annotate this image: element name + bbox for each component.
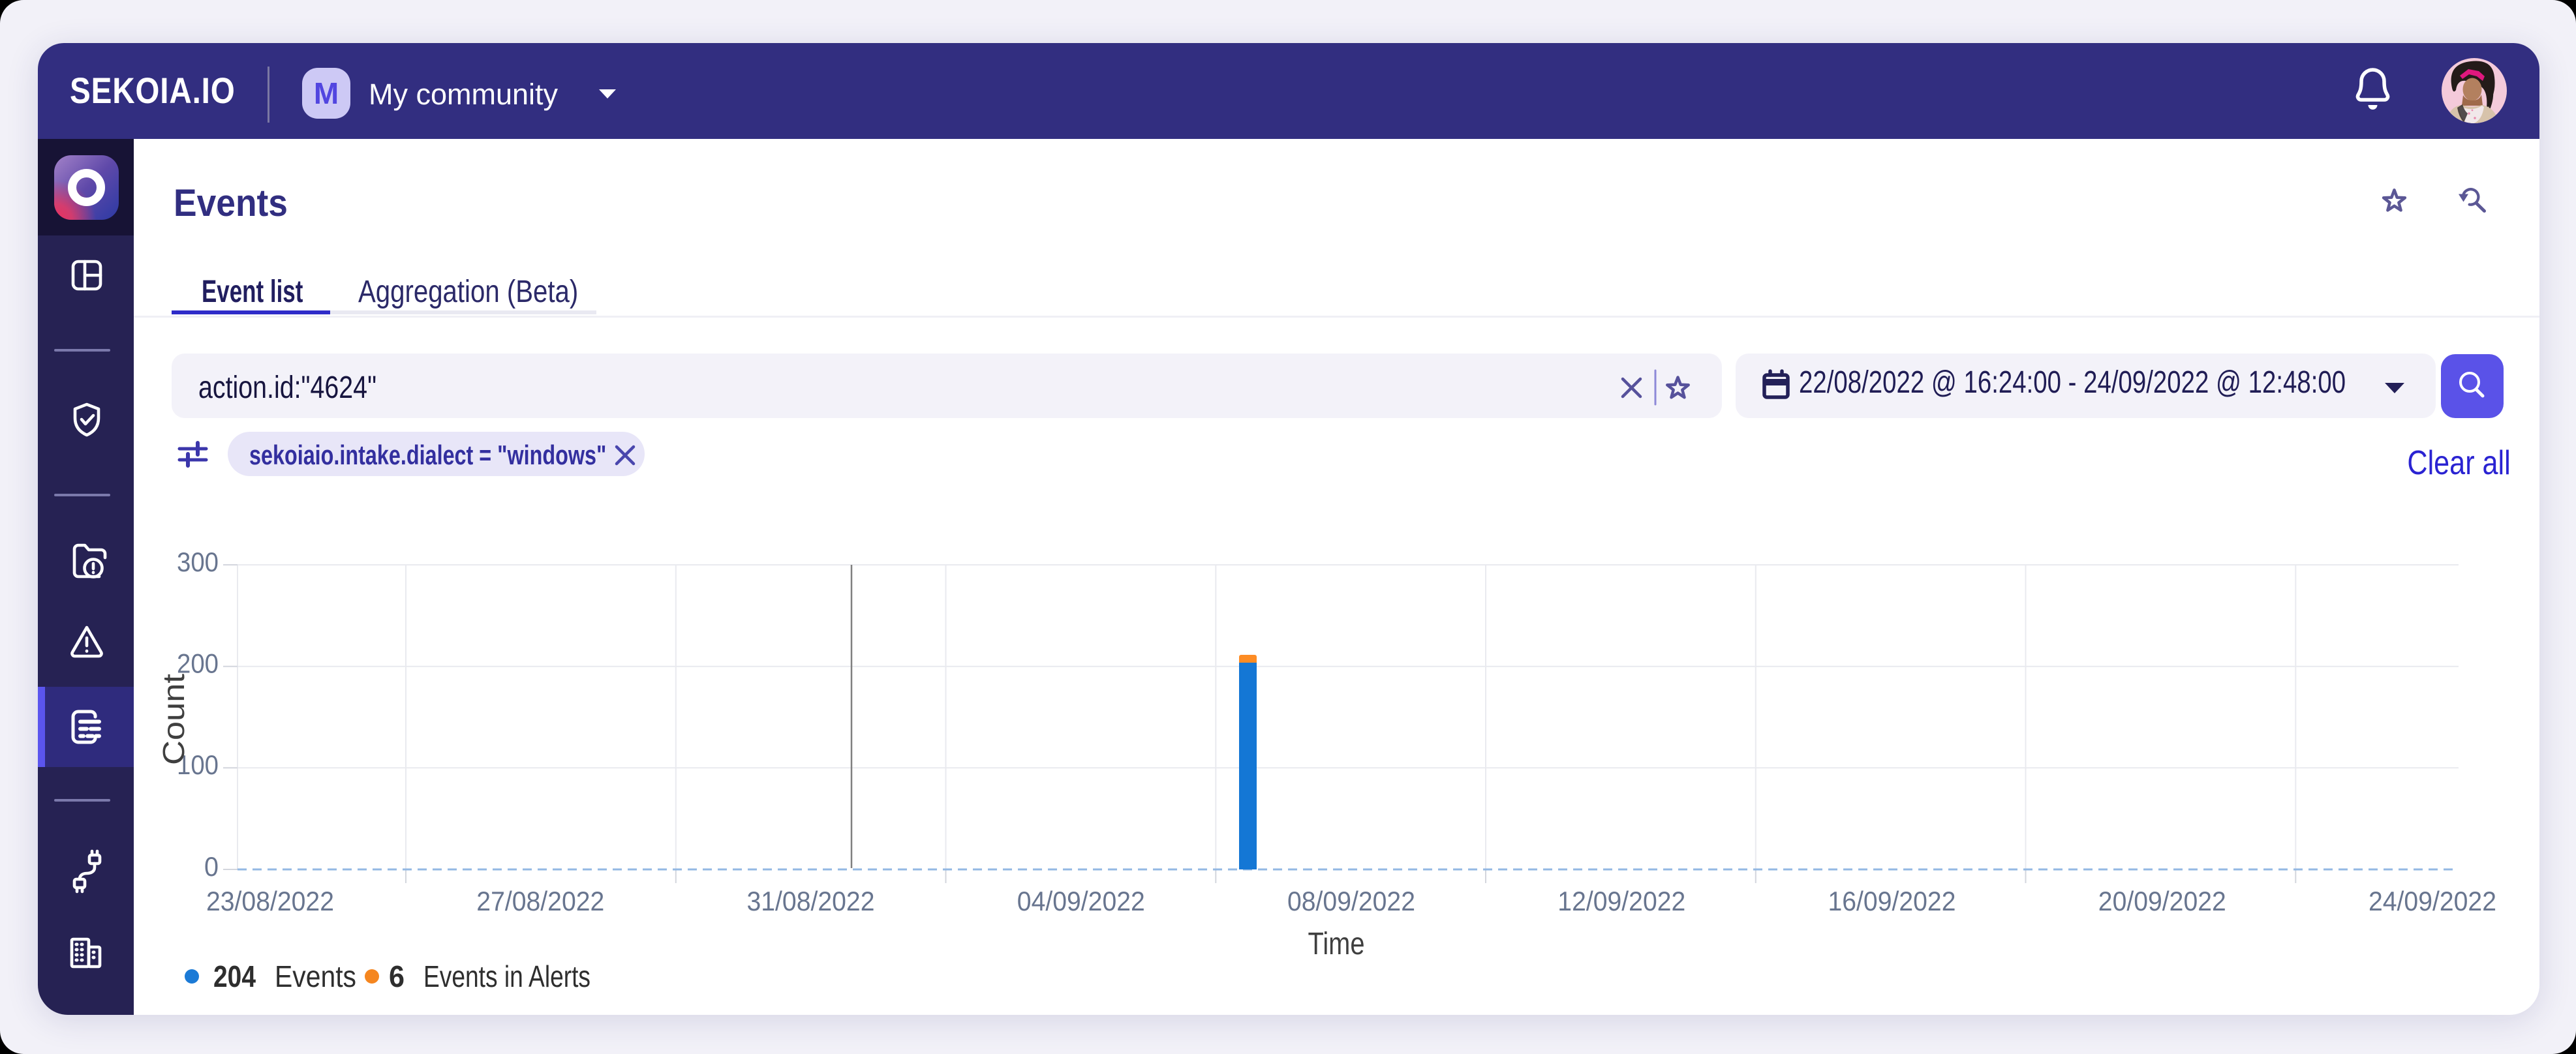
svg-text:Events: Events [275, 959, 356, 993]
svg-text:6: 6 [389, 959, 405, 993]
svg-text:12/09/2022: 12/09/2022 [1557, 886, 1685, 916]
svg-text:04/09/2022: 04/09/2022 [1017, 886, 1145, 916]
svg-text:Count: Count [157, 674, 191, 765]
svg-text:Time: Time [1308, 927, 1365, 961]
svg-text:31/08/2022: 31/08/2022 [747, 886, 875, 916]
svg-text:Events in Alerts: Events in Alerts [423, 959, 590, 993]
svg-text:204: 204 [213, 959, 256, 993]
svg-text:08/09/2022: 08/09/2022 [1287, 886, 1415, 916]
svg-text:24/09/2022: 24/09/2022 [2369, 886, 2496, 916]
svg-text:0: 0 [204, 851, 219, 882]
svg-text:20/09/2022: 20/09/2022 [2098, 886, 2226, 916]
svg-text:300: 300 [177, 547, 219, 577]
svg-text:27/08/2022: 27/08/2022 [476, 886, 604, 916]
svg-text:16/09/2022: 16/09/2022 [1828, 886, 1956, 916]
svg-text:23/08/2022: 23/08/2022 [206, 886, 334, 916]
